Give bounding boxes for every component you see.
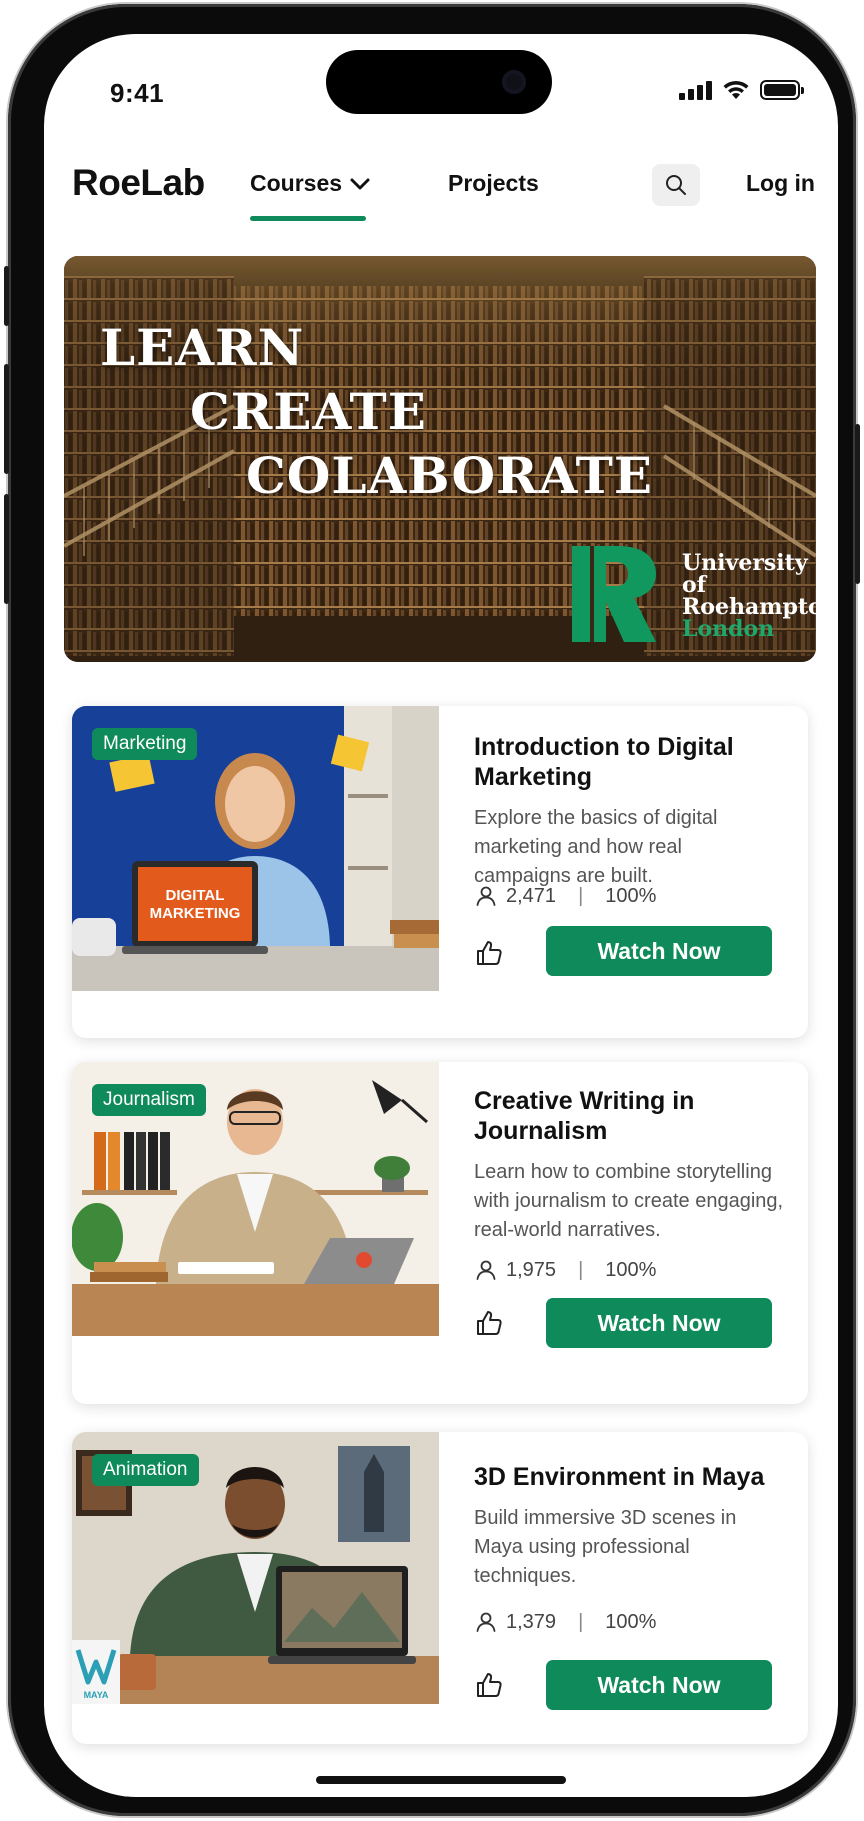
course-info: Introduction to Digital Marketing Explor…	[474, 732, 784, 891]
battery-icon	[760, 80, 804, 100]
course-thumbnail[interactable]: Journalism	[72, 1062, 439, 1336]
nav-projects[interactable]: Projects	[448, 170, 539, 197]
dynamic-island	[326, 50, 552, 114]
course-description: Build immersive 3D scenes in Maya using …	[474, 1507, 737, 1587]
cellular-signal-icon	[679, 80, 712, 100]
login-link[interactable]: Log in	[746, 170, 815, 197]
stats-divider: |	[578, 1610, 584, 1633]
laptop-screen-text-2: MARKETING	[150, 905, 241, 922]
search-button[interactable]	[652, 164, 700, 206]
mute-switch	[4, 266, 9, 326]
university-line-1: University of	[682, 550, 808, 598]
course-tag: Animation	[92, 1454, 199, 1486]
user-icon	[476, 886, 496, 906]
watch-now-button[interactable]: Watch Now	[546, 926, 772, 976]
course-stats: 2,471 | 100%	[474, 884, 656, 908]
hero-line-colaborate: COLABORATE	[246, 446, 653, 505]
phone-frame: 9:41 RoeLab Courses Projects Log in LEAR…	[4, 4, 860, 1816]
course-tag: Marketing	[92, 728, 198, 760]
course-title[interactable]: Introduction to Digital Marketing	[474, 732, 784, 792]
hero-line-learn: LEARN	[100, 318, 305, 377]
university-line-2: Roehampton	[682, 594, 816, 620]
university-line-3: London	[682, 616, 775, 642]
nav-courses[interactable]: Courses	[250, 170, 370, 221]
course-thumbnail[interactable]: MAYA Animation	[72, 1432, 439, 1704]
user-icon	[476, 1612, 496, 1632]
course-card[interactable]: MAYA Animation 3D Environment in Maya Bu…	[72, 1432, 808, 1744]
volume-up-button	[4, 364, 9, 474]
stats-divider: |	[578, 884, 584, 907]
user-icon	[476, 1260, 496, 1280]
power-button	[855, 424, 860, 584]
student-count: 1,379	[506, 1610, 557, 1633]
course-tag: Journalism	[92, 1084, 206, 1116]
course-card[interactable]: Journalism Creative Writing in Journalis…	[72, 1062, 808, 1404]
course-title[interactable]: 3D Environment in Maya	[474, 1462, 784, 1492]
volume-down-button	[4, 494, 9, 604]
student-count: 2,471	[506, 884, 557, 907]
nav-courses-label: Courses	[250, 170, 343, 196]
wifi-icon	[723, 80, 749, 99]
thumbs-up-icon[interactable]	[474, 938, 504, 968]
course-description: Learn how to combine storytelling with j…	[474, 1161, 784, 1241]
course-rating: 100%	[605, 1258, 657, 1281]
brand-logo[interactable]: RoeLab	[72, 162, 205, 204]
watch-now-button[interactable]: Watch Now	[546, 1660, 772, 1710]
course-stats: 1,975 | 100%	[474, 1258, 656, 1282]
screen: 9:41 RoeLab Courses Projects Log in LEAR…	[44, 34, 838, 1797]
course-stats: 1,379 | 100%	[474, 1610, 656, 1634]
course-rating: 100%	[605, 1610, 657, 1633]
maya-logo-text: MAYA	[84, 1690, 109, 1700]
course-thumbnail[interactable]: DIGITAL MARKETING Marketing	[72, 706, 439, 991]
course-card[interactable]: DIGITAL MARKETING Marketing Introduction…	[72, 706, 808, 1038]
hero-line-create: CREATE	[190, 382, 427, 441]
course-info: 3D Environment in Maya Build immersive 3…	[474, 1462, 784, 1591]
search-icon	[666, 175, 686, 195]
home-indicator[interactable]	[316, 1776, 566, 1784]
course-title[interactable]: Creative Writing in Journalism	[474, 1086, 784, 1146]
thumbs-up-icon[interactable]	[474, 1308, 504, 1338]
course-description: Explore the basics of digital marketing …	[474, 807, 718, 887]
watch-now-button[interactable]: Watch Now	[546, 1298, 772, 1348]
top-nav: RoeLab Courses Projects Log in	[44, 152, 838, 232]
chevron-down-icon	[350, 178, 370, 189]
thumbs-up-icon[interactable]	[474, 1670, 504, 1700]
camera-lens	[502, 70, 526, 94]
stats-divider: |	[578, 1258, 584, 1281]
course-info: Creative Writing in Journalism Learn how…	[474, 1086, 784, 1245]
hero-banner: LEARN CREATE COLABORATE University of Ro…	[64, 256, 816, 662]
laptop-screen-text-1: DIGITAL	[166, 887, 225, 904]
active-tab-indicator	[250, 216, 366, 221]
course-rating: 100%	[605, 884, 657, 907]
status-time: 9:41	[110, 78, 165, 108]
status-icons	[679, 80, 804, 100]
university-logo-icon	[572, 546, 656, 642]
university-name: University of Roehampton London	[682, 552, 816, 640]
student-count: 1,975	[506, 1258, 557, 1281]
